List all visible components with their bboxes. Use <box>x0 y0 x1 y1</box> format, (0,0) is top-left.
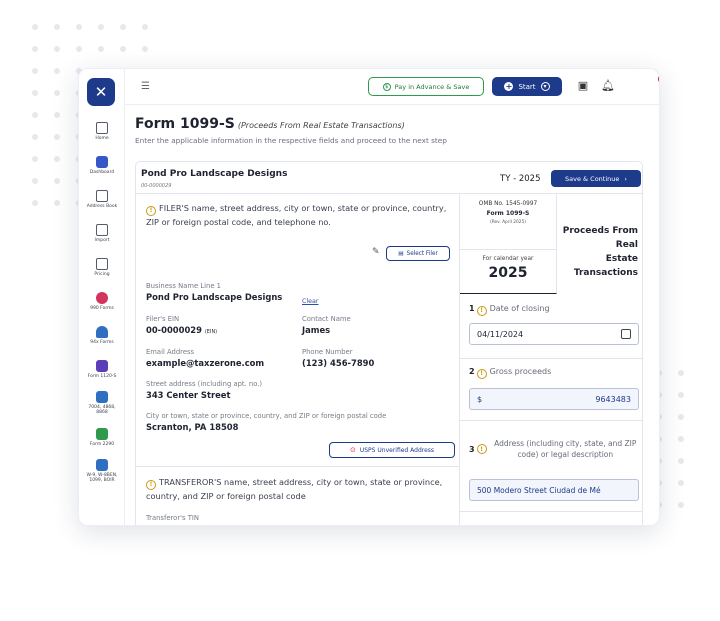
sidebar-nav: Home Dashboard Address Book Import Prici… <box>79 115 125 489</box>
heart-hand-icon <box>96 291 108 304</box>
page-title: Form 1099-S (Proceeds From Real Estate Tr… <box>135 116 405 132</box>
notification-badge: 2 <box>658 74 659 84</box>
calendar-year-label: For calendar year <box>482 256 534 262</box>
form-title: Proceeds From Real Estate Transactions <box>562 226 638 278</box>
calendar-icon[interactable] <box>621 329 631 339</box>
form-box-panel: OMB No. 1545-0997 Form 1099-S (Rev. Apri… <box>459 194 642 525</box>
info-icon: ! <box>146 479 156 490</box>
contact-label: Contact Name <box>302 315 351 323</box>
collapse-menu-icon[interactable]: ☰ <box>141 82 152 92</box>
info-icon: ! <box>146 205 156 216</box>
people-icon <box>96 325 108 338</box>
property-address-input[interactable]: 500 Modero Street Ciudad de Mé <box>469 479 639 501</box>
tax-year: TY - 2025 <box>500 174 541 184</box>
page-subtitle: (Proceeds From Real Estate Transactions) <box>237 121 405 130</box>
city-label: City or town, state or province, country… <box>146 412 387 420</box>
phone-value: (123) 456-7890 <box>302 358 375 368</box>
filer-section: ! FILER'S name, street address, city or t… <box>136 194 459 525</box>
sidebar-item-home[interactable]: Home <box>79 115 125 147</box>
home-grid-icon <box>96 121 108 134</box>
box2-label: 2! Gross proceeds <box>469 367 552 379</box>
street-label: Street address (including apt. no.) <box>146 380 263 388</box>
business-name-value: Pond Pro Landscape Designs <box>146 292 283 302</box>
id-card-icon[interactable]: ▣ <box>576 80 590 92</box>
city-value: Scranton, PA 18508 <box>146 422 239 432</box>
sidebar: ✕ Home Dashboard Address Book Import Pri… <box>79 69 125 525</box>
building-icon <box>96 359 108 372</box>
transferor-tin-label: Transferor's TIN <box>146 514 199 522</box>
main-content: Form 1099-S (Proceeds From Real Estate Tr… <box>125 105 659 525</box>
document-icon: ▤ <box>398 250 404 257</box>
date-of-closing-input[interactable]: 04/11/2024 <box>469 323 639 345</box>
transferor-heading: ! TRANSFEROR'S name, street address, city… <box>146 477 443 501</box>
omb-box: OMB No. 1545-0997 Form 1099-S (Rev. Apri… <box>460 194 557 250</box>
select-filer-button[interactable]: ▤ Select Filer <box>386 246 450 261</box>
bell-icon[interactable]: 🔔︎ <box>601 80 615 92</box>
dollar-icon: $ <box>382 82 391 91</box>
calendar-year-box: For calendar year 2025 <box>460 250 557 294</box>
address-book-icon <box>96 189 108 202</box>
app-logo[interactable]: ✕ <box>87 78 115 106</box>
clear-link[interactable]: Clear <box>302 298 318 305</box>
form-card: Pond Pro Landscape Designs 00-0000029 TY… <box>135 161 643 525</box>
gross-proceeds-input[interactable]: $ 9643483 <box>469 388 639 410</box>
sidebar-item-94x-forms[interactable]: 94x Forms <box>79 319 125 351</box>
pricing-icon <box>96 257 108 270</box>
sidebar-item-import[interactable]: Import <box>79 217 125 249</box>
street-value: 343 Center Street <box>146 390 231 400</box>
box1-label: 1! Date of closing <box>469 304 550 316</box>
usps-unverified-button[interactable]: ⊙ USPS Unverified Address <box>329 442 455 458</box>
form-name: Form 1099-S <box>486 210 530 217</box>
sidebar-item-dashboard[interactable]: Dashboard <box>79 149 125 181</box>
box-divider <box>460 511 642 512</box>
payer-name: Pond Pro Landscape Designs <box>141 169 288 179</box>
section-divider <box>136 466 459 467</box>
location-alert-icon: ⊙ <box>349 446 356 454</box>
app-window: ✕ Home Dashboard Address Book Import Pri… <box>78 68 660 526</box>
business-name-label: Business Name Line 1 <box>146 282 221 290</box>
info-icon: ! <box>476 305 487 316</box>
info-icon: ! <box>476 444 487 454</box>
w9-forms-icon <box>96 459 108 471</box>
ein-value: 00-0000029 (EIN) <box>146 325 218 335</box>
phone-label: Phone Number <box>302 348 353 356</box>
chevron-right-icon: › <box>624 174 627 183</box>
sidebar-item-extensions[interactable]: 7004, 4868, 8868 <box>79 387 125 419</box>
omb-number: OMB No. 1545-0997 <box>478 201 538 207</box>
box-divider <box>460 420 642 421</box>
import-icon <box>96 223 108 236</box>
sidebar-item-990-forms[interactable]: 990 Forms <box>79 285 125 317</box>
email-value: example@taxzerone.com <box>146 358 265 368</box>
filer-heading: ! FILER'S name, street address, city or t… <box>146 203 447 227</box>
box3-label: 3! Address (including city, state, and Z… <box>469 439 637 459</box>
pay-in-advance-button[interactable]: $ Pay in Advance & Save <box>368 77 484 96</box>
email-label: Email Address <box>146 348 195 356</box>
box-divider <box>460 358 642 359</box>
page-instruction: Enter the applicable information in the … <box>135 136 447 145</box>
sidebar-item-form-1120s[interactable]: Form 1120-S <box>79 353 125 385</box>
calendar-year-value: 2025 <box>488 265 528 281</box>
info-icon: ! <box>476 368 487 379</box>
forms-extension-icon <box>96 391 108 403</box>
chevron-down-icon: ▾ <box>540 82 550 91</box>
contact-value: James <box>302 325 331 335</box>
save-continue-button[interactable]: Save & Continue › <box>551 170 641 187</box>
card-header: Pond Pro Landscape Designs 00-0000029 TY… <box>136 162 642 194</box>
payer-id: 00-0000029 <box>141 183 172 189</box>
start-button[interactable]: + Start ▾ <box>492 77 562 96</box>
form-revision: (Rev. April 2025) <box>490 220 526 225</box>
top-bar: ☰ $ Pay in Advance & Save + Start ▾ ▣ 🔔︎… <box>125 69 659 105</box>
truck-icon <box>96 427 108 440</box>
sidebar-item-w9-forms[interactable]: W-9, W-8BEN, 1099, BOIR <box>79 455 125 487</box>
sidebar-item-pricing[interactable]: Pricing <box>79 251 125 283</box>
ein-label: Filer's EIN <box>146 315 180 323</box>
plus-icon: + <box>504 82 514 91</box>
sidebar-item-address-book[interactable]: Address Book <box>79 183 125 215</box>
edit-pencil-icon[interactable]: ✎ <box>372 247 380 257</box>
dashboard-icon <box>96 155 108 168</box>
sidebar-item-form-2290[interactable]: Form 2290 <box>79 421 125 453</box>
